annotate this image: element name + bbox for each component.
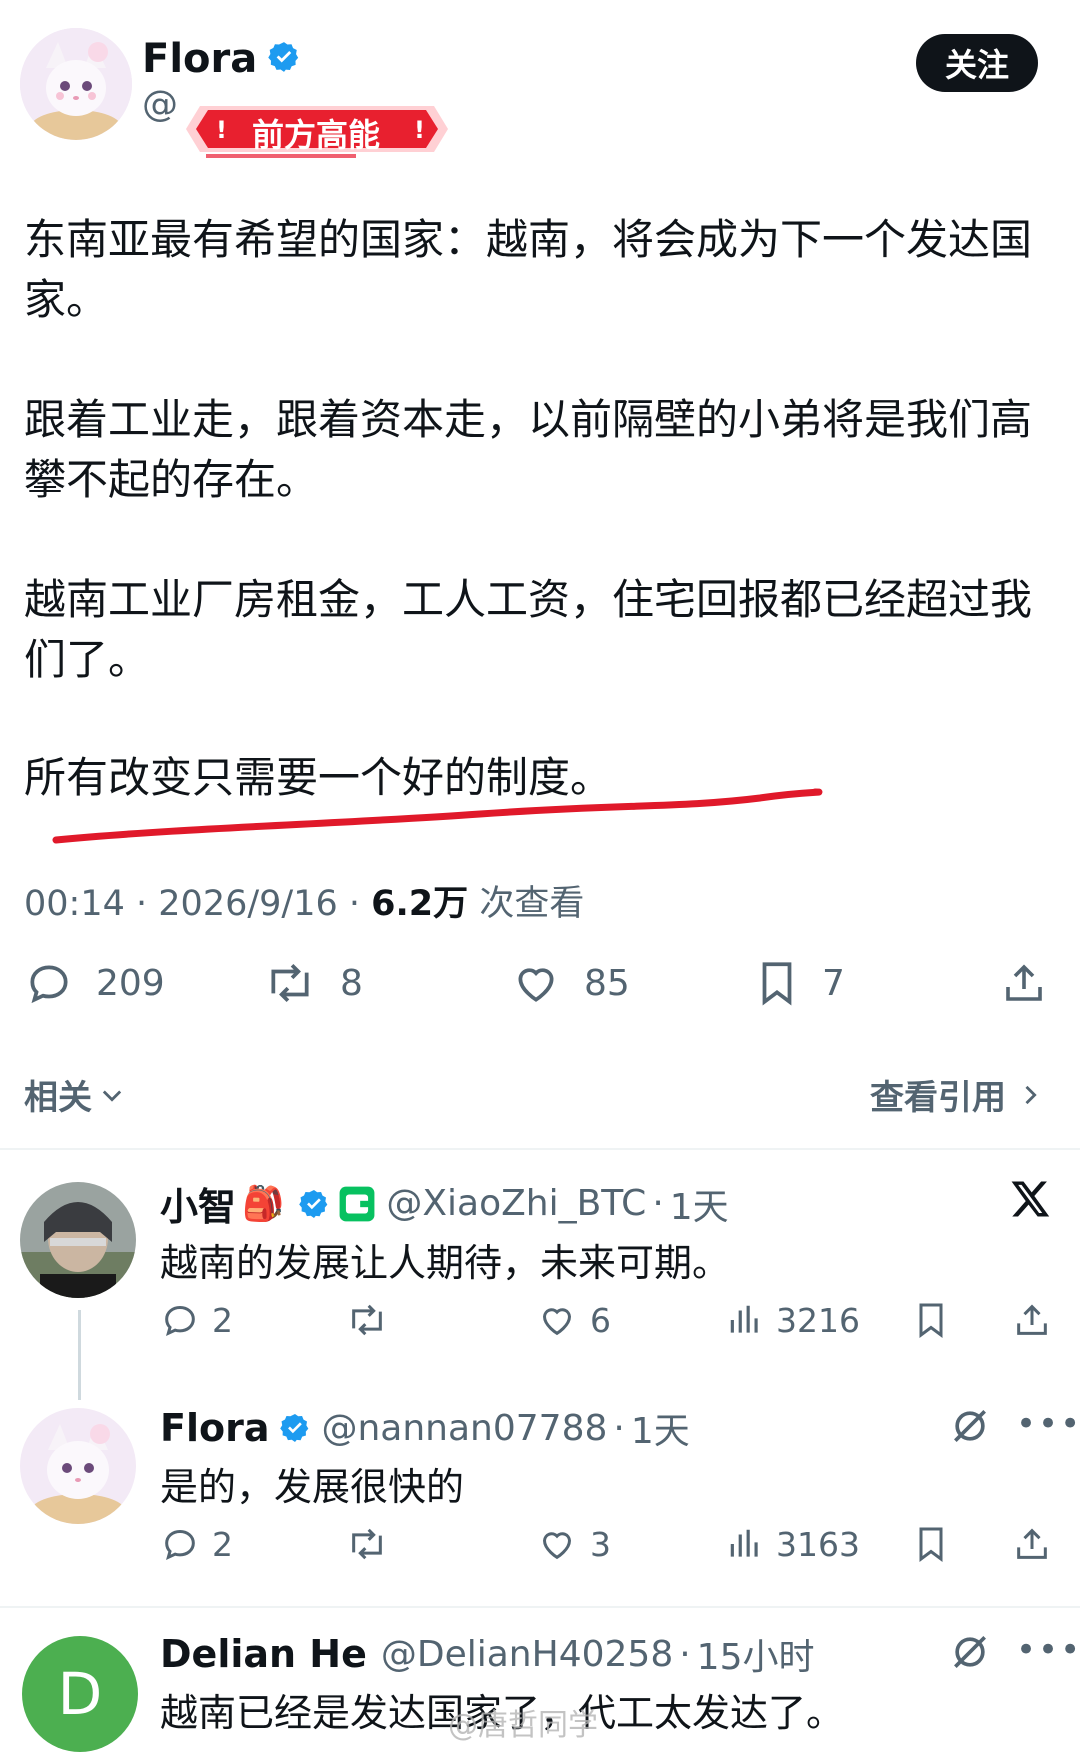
reply-1-reply-count: 2: [212, 1300, 233, 1340]
reply-2-view-count: 3163: [776, 1524, 860, 1564]
comment-icon: [165, 1305, 195, 1337]
svg-text:!: !: [414, 116, 425, 144]
reply-3-handle[interactable]: @DelianH40258: [381, 1634, 673, 1675]
reply-1-repost-button[interactable]: [344, 1300, 390, 1340]
related-dropdown[interactable]: 相关: [24, 1070, 126, 1119]
wechat-icon: [339, 1186, 375, 1221]
share-icon: [1006, 964, 1042, 1001]
reply-2-time: 1天: [630, 1411, 690, 1452]
like-count: 85: [584, 962, 630, 1004]
red-underline-annotation: [52, 788, 823, 844]
reply-1-views[interactable]: 3216: [726, 1300, 860, 1340]
related-label: 相关: [24, 1078, 92, 1118]
more-options-icon[interactable]: •••: [1016, 1630, 1080, 1670]
analytics-icon: [730, 1305, 758, 1333]
view-quotes-label: 查看引用: [870, 1078, 1006, 1118]
comment-icon: [30, 965, 68, 1004]
reply-1-view-count: 3216: [776, 1300, 860, 1340]
grok-icon[interactable]: [948, 1630, 992, 1678]
repost-button[interactable]: 8: [262, 958, 363, 1008]
views-count: 6.2万: [371, 884, 469, 924]
reply-3-name[interactable]: Delian He: [160, 1632, 367, 1676]
share-icon: [1017, 1528, 1047, 1559]
reply-2-repost-button[interactable]: [344, 1524, 390, 1564]
reply-1-avatar[interactable]: [20, 1182, 136, 1298]
more-options-icon[interactable]: •••: [1016, 1404, 1080, 1444]
author-avatar[interactable]: [20, 28, 132, 140]
heart-icon: [542, 1532, 572, 1560]
reply-2-reply-count: 2: [212, 1524, 233, 1564]
author-name[interactable]: Flora: [142, 36, 257, 82]
heart-icon: [518, 968, 554, 1002]
repost-icon: [352, 1304, 382, 1336]
follow-button[interactable]: 关注: [916, 34, 1038, 92]
reply-2-handle[interactable]: @nannan07788: [321, 1408, 607, 1449]
post-paragraph-1: 东南亚最有希望的国家：越南，将会成为下一个发达国家。: [24, 215, 1033, 324]
emergency-badge: ! ! 前方高能: [186, 96, 448, 162]
reply-2-name[interactable]: Flora: [160, 1406, 269, 1450]
views-label: 次查看: [479, 884, 585, 924]
reply-2-like-button[interactable]: 3: [536, 1524, 611, 1564]
bookmark-icon: [762, 962, 792, 1006]
reply-1-handle[interactable]: @XiaoZhi_BTC: [386, 1183, 646, 1224]
bookmark-icon: [919, 1527, 943, 1562]
reply-1-reply-button[interactable]: 2: [160, 1300, 233, 1340]
comment-icon: [165, 1529, 195, 1561]
grok-icon[interactable]: [948, 1404, 992, 1452]
reply-1-text: 越南的发展让人期待，未来可期。: [160, 1241, 731, 1285]
post-paragraph-3: 越南工业厂房租金，工人工资，住宅回报都已经超过我们了。: [24, 575, 1033, 684]
repost-count: 8: [340, 962, 363, 1004]
reply-2-views[interactable]: 3163: [726, 1524, 860, 1564]
backpack-emoji: 🎒: [242, 1183, 285, 1224]
reply-1-like-count: 6: [590, 1300, 611, 1340]
verified-badge-icon: [267, 40, 301, 78]
verified-badge-icon: [280, 1414, 309, 1442]
view-quotes-link[interactable]: 查看引用: [870, 1070, 1044, 1119]
reply-1-name[interactable]: 小智: [160, 1176, 236, 1231]
post-paragraph-2: 跟着工业走，跟着资本走，以前隔壁的小弟将是我们高攀不起的存在。: [24, 395, 1033, 504]
analytics-icon: [730, 1529, 758, 1557]
post-time: 00:14: [24, 884, 125, 924]
reply-2-text: 是的，发展很快的: [160, 1465, 465, 1509]
reply-2-bookmark-button[interactable]: [912, 1524, 950, 1564]
chevron-right-icon: [1025, 1085, 1037, 1104]
reply-1-time: 1天: [669, 1186, 729, 1228]
post-date: 2026/9/16: [158, 884, 338, 924]
share-button[interactable]: [1000, 958, 1048, 1008]
bookmark-count: 7: [822, 962, 845, 1004]
author-handle: @: [142, 84, 178, 125]
svg-text:!: !: [216, 116, 227, 144]
thread-line: [78, 1310, 81, 1400]
divider: [0, 1148, 1080, 1150]
post-meta: 00:14 · 2026/9/16 · 6.2万 次查看: [24, 884, 585, 924]
heart-icon: [542, 1308, 572, 1336]
like-button[interactable]: 85: [510, 958, 630, 1008]
watermark: @唐哲同学: [448, 1708, 598, 1743]
reply-2-like-count: 3: [590, 1524, 611, 1564]
reply-3-time: 15小时: [696, 1637, 815, 1678]
repost-icon: [271, 963, 309, 1003]
x-logo-icon: [1010, 1178, 1052, 1224]
chevron-down-icon: [102, 1090, 122, 1102]
bookmark-icon: [919, 1303, 943, 1338]
avatar-letter: D: [57, 1660, 103, 1728]
reply-count: 209: [96, 962, 165, 1004]
reply-button[interactable]: 209: [24, 958, 165, 1008]
reply-1-bookmark-button[interactable]: [912, 1300, 950, 1340]
reply-3-avatar[interactable]: D: [22, 1636, 138, 1752]
share-icon: [1017, 1304, 1047, 1335]
reply-2-avatar[interactable]: [20, 1408, 136, 1524]
reply-1-like-button[interactable]: 6: [536, 1300, 611, 1340]
reply-2-reply-button[interactable]: 2: [160, 1524, 233, 1564]
bookmark-button[interactable]: 7: [754, 958, 845, 1008]
reply-2-share-button[interactable]: [1012, 1524, 1052, 1564]
badge-text: 前方高能: [251, 116, 380, 154]
repost-icon: [352, 1528, 382, 1560]
verified-badge-icon: [299, 1189, 328, 1218]
reply-1-share-button[interactable]: [1012, 1300, 1052, 1340]
divider: [0, 1606, 1080, 1608]
